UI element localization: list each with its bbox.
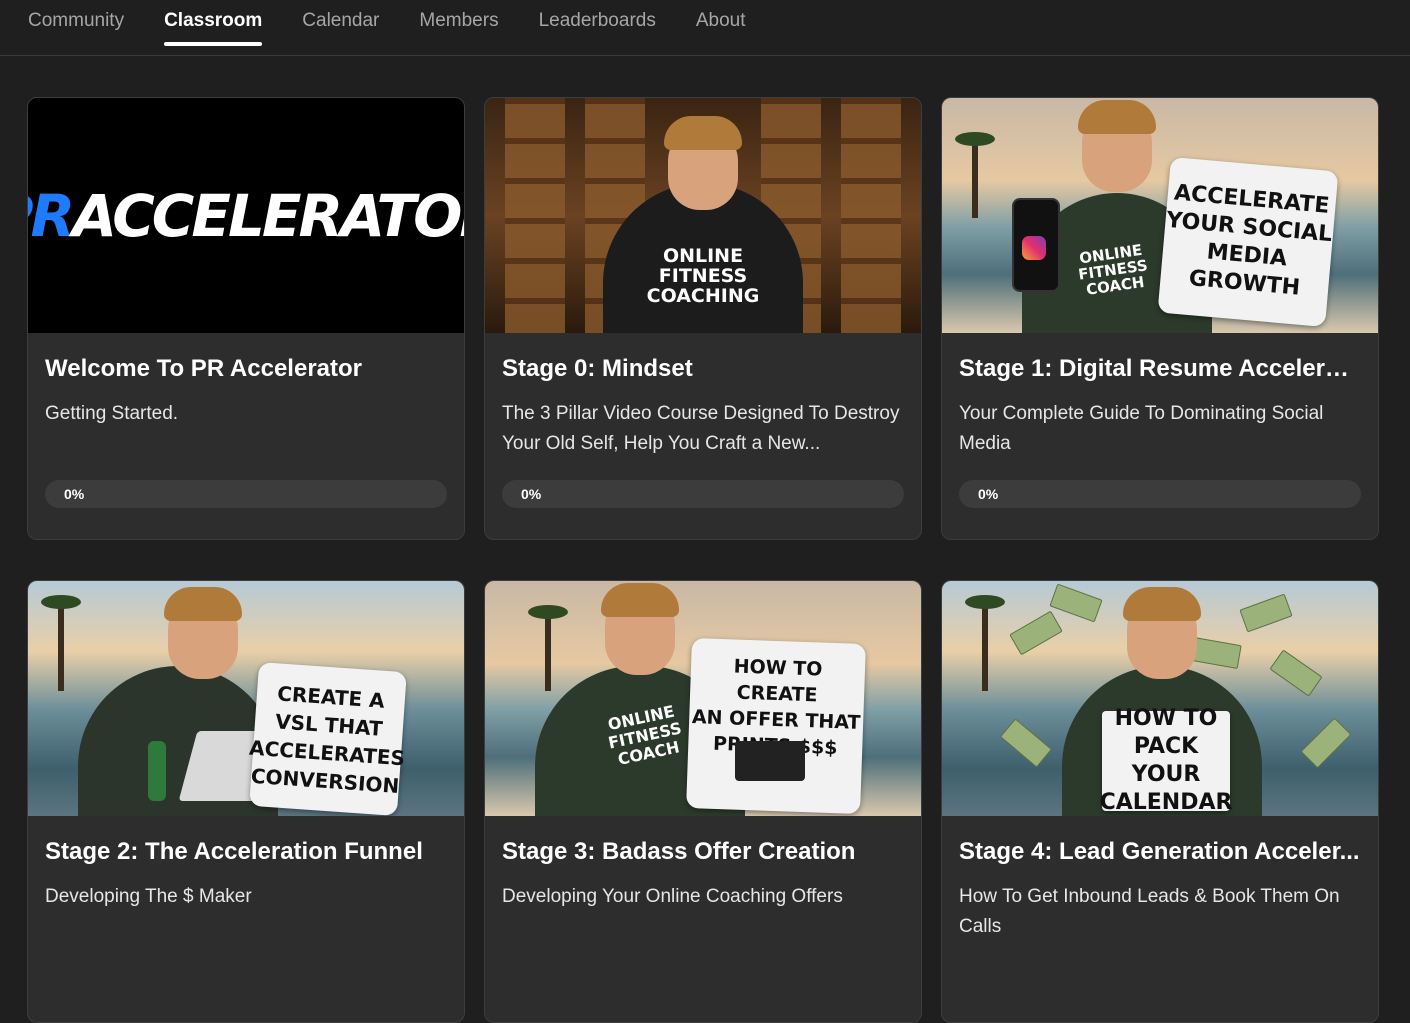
- course-title[interactable]: Stage 1: Digital Resume Accelerat...: [959, 355, 1361, 383]
- course-card-welcome[interactable]: PRACCELERATOR Welcome To PR Accelerator …: [27, 97, 465, 540]
- palm-tree-image: [972, 138, 978, 218]
- sign-image: ACCELERATE YOUR SOCIAL MEDIA GROWTH: [1157, 156, 1339, 328]
- course-description: Your Complete Guide To Dominating Social…: [959, 403, 1324, 454]
- hair-image: [1123, 587, 1201, 621]
- course-thumbnail[interactable]: HOW TO PACK YOUR CALENDAR: [942, 581, 1378, 816]
- palm-tree-image: [955, 132, 995, 146]
- bookshelf-image: [841, 98, 901, 333]
- sign-image: CREATE A VSL THAT ACCELERATES CONVERSION: [248, 662, 407, 816]
- printer-image: [735, 741, 805, 781]
- palm-tree-image: [965, 595, 1005, 609]
- money-image: [1190, 637, 1242, 669]
- tab-about[interactable]: About: [696, 0, 746, 45]
- progress-label: 0%: [521, 486, 542, 502]
- course-thumbnail[interactable]: ONLINE FITNESS COACHING: [485, 98, 921, 333]
- palm-tree-image: [41, 595, 81, 609]
- progress-label: 0%: [64, 486, 85, 502]
- course-title[interactable]: Welcome To PR Accelerator: [45, 355, 447, 383]
- money-image: [1049, 583, 1103, 623]
- palm-tree-image: [58, 601, 64, 691]
- hair-image: [601, 583, 679, 617]
- tab-community[interactable]: Community: [28, 0, 124, 45]
- course-thumbnail[interactable]: ONLINE FITNESS COACH HOW TO CREATE AN OF…: [485, 581, 921, 816]
- hair-image: [1078, 100, 1156, 134]
- course-description: The 3 Pillar Video Course Designed To De…: [502, 403, 900, 454]
- money-image: [1300, 717, 1352, 769]
- hair-image: [664, 116, 742, 150]
- top-navigation: Community Classroom Calendar Members Lea…: [0, 0, 1410, 56]
- course-description: Getting Started.: [45, 403, 179, 424]
- palm-tree-image: [545, 611, 551, 691]
- tab-calendar[interactable]: Calendar: [302, 0, 379, 45]
- progress-label: 0%: [978, 486, 999, 502]
- course-title[interactable]: Stage 3: Badass Offer Creation: [502, 838, 904, 866]
- course-thumbnail[interactable]: CREATE A VSL THAT ACCELERATES CONVERSION: [28, 581, 464, 816]
- sign-image: HOW TO CREATE AN OFFER THAT PRINTS $$$: [686, 638, 866, 814]
- money-image: [1269, 649, 1323, 697]
- course-card-stage-1[interactable]: ONLINE FITNESS COACH ACCELERATE YOUR SOC…: [941, 97, 1379, 540]
- instagram-icon: [1022, 236, 1046, 260]
- tab-leaderboards[interactable]: Leaderboards: [539, 0, 656, 45]
- shirt-text: ONLINE FITNESS COACHING: [646, 245, 760, 307]
- course-description: Developing Your Online Coaching Offers: [502, 886, 843, 907]
- course-title[interactable]: Stage 2: The Acceleration Funnel: [45, 838, 447, 866]
- money-image: [1009, 610, 1063, 656]
- course-title[interactable]: Stage 0: Mindset: [502, 355, 904, 383]
- pr-accelerator-logo: PRACCELERATOR: [28, 181, 464, 250]
- progress-bar: 0%: [959, 480, 1361, 508]
- course-description: Developing The $ Maker: [45, 886, 252, 907]
- progress-bar: 0%: [45, 480, 447, 508]
- bookshelf-image: [505, 98, 565, 333]
- sign-image: HOW TO PACK YOUR CALENDAR: [1099, 706, 1233, 815]
- tab-classroom[interactable]: Classroom: [164, 0, 263, 46]
- money-image: [1239, 593, 1293, 633]
- palm-tree-image: [528, 605, 568, 619]
- hair-image: [164, 587, 242, 621]
- course-description: How To Get Inbound Leads & Book Them On …: [959, 886, 1340, 937]
- palm-tree-image: [982, 601, 988, 691]
- course-title[interactable]: Stage 4: Lead Generation Acceler...: [959, 838, 1361, 866]
- tab-members[interactable]: Members: [419, 0, 498, 45]
- progress-bar: 0%: [502, 480, 904, 508]
- course-card-stage-0[interactable]: ONLINE FITNESS COACHING Stage 0: Mindset…: [484, 97, 922, 540]
- course-thumbnail[interactable]: ONLINE FITNESS COACH ACCELERATE YOUR SOC…: [942, 98, 1378, 333]
- course-thumbnail[interactable]: PRACCELERATOR: [28, 98, 464, 333]
- course-grid: PRACCELERATOR Welcome To PR Accelerator …: [27, 97, 1379, 1023]
- money-image: [999, 718, 1053, 768]
- bottle-image: [148, 741, 166, 801]
